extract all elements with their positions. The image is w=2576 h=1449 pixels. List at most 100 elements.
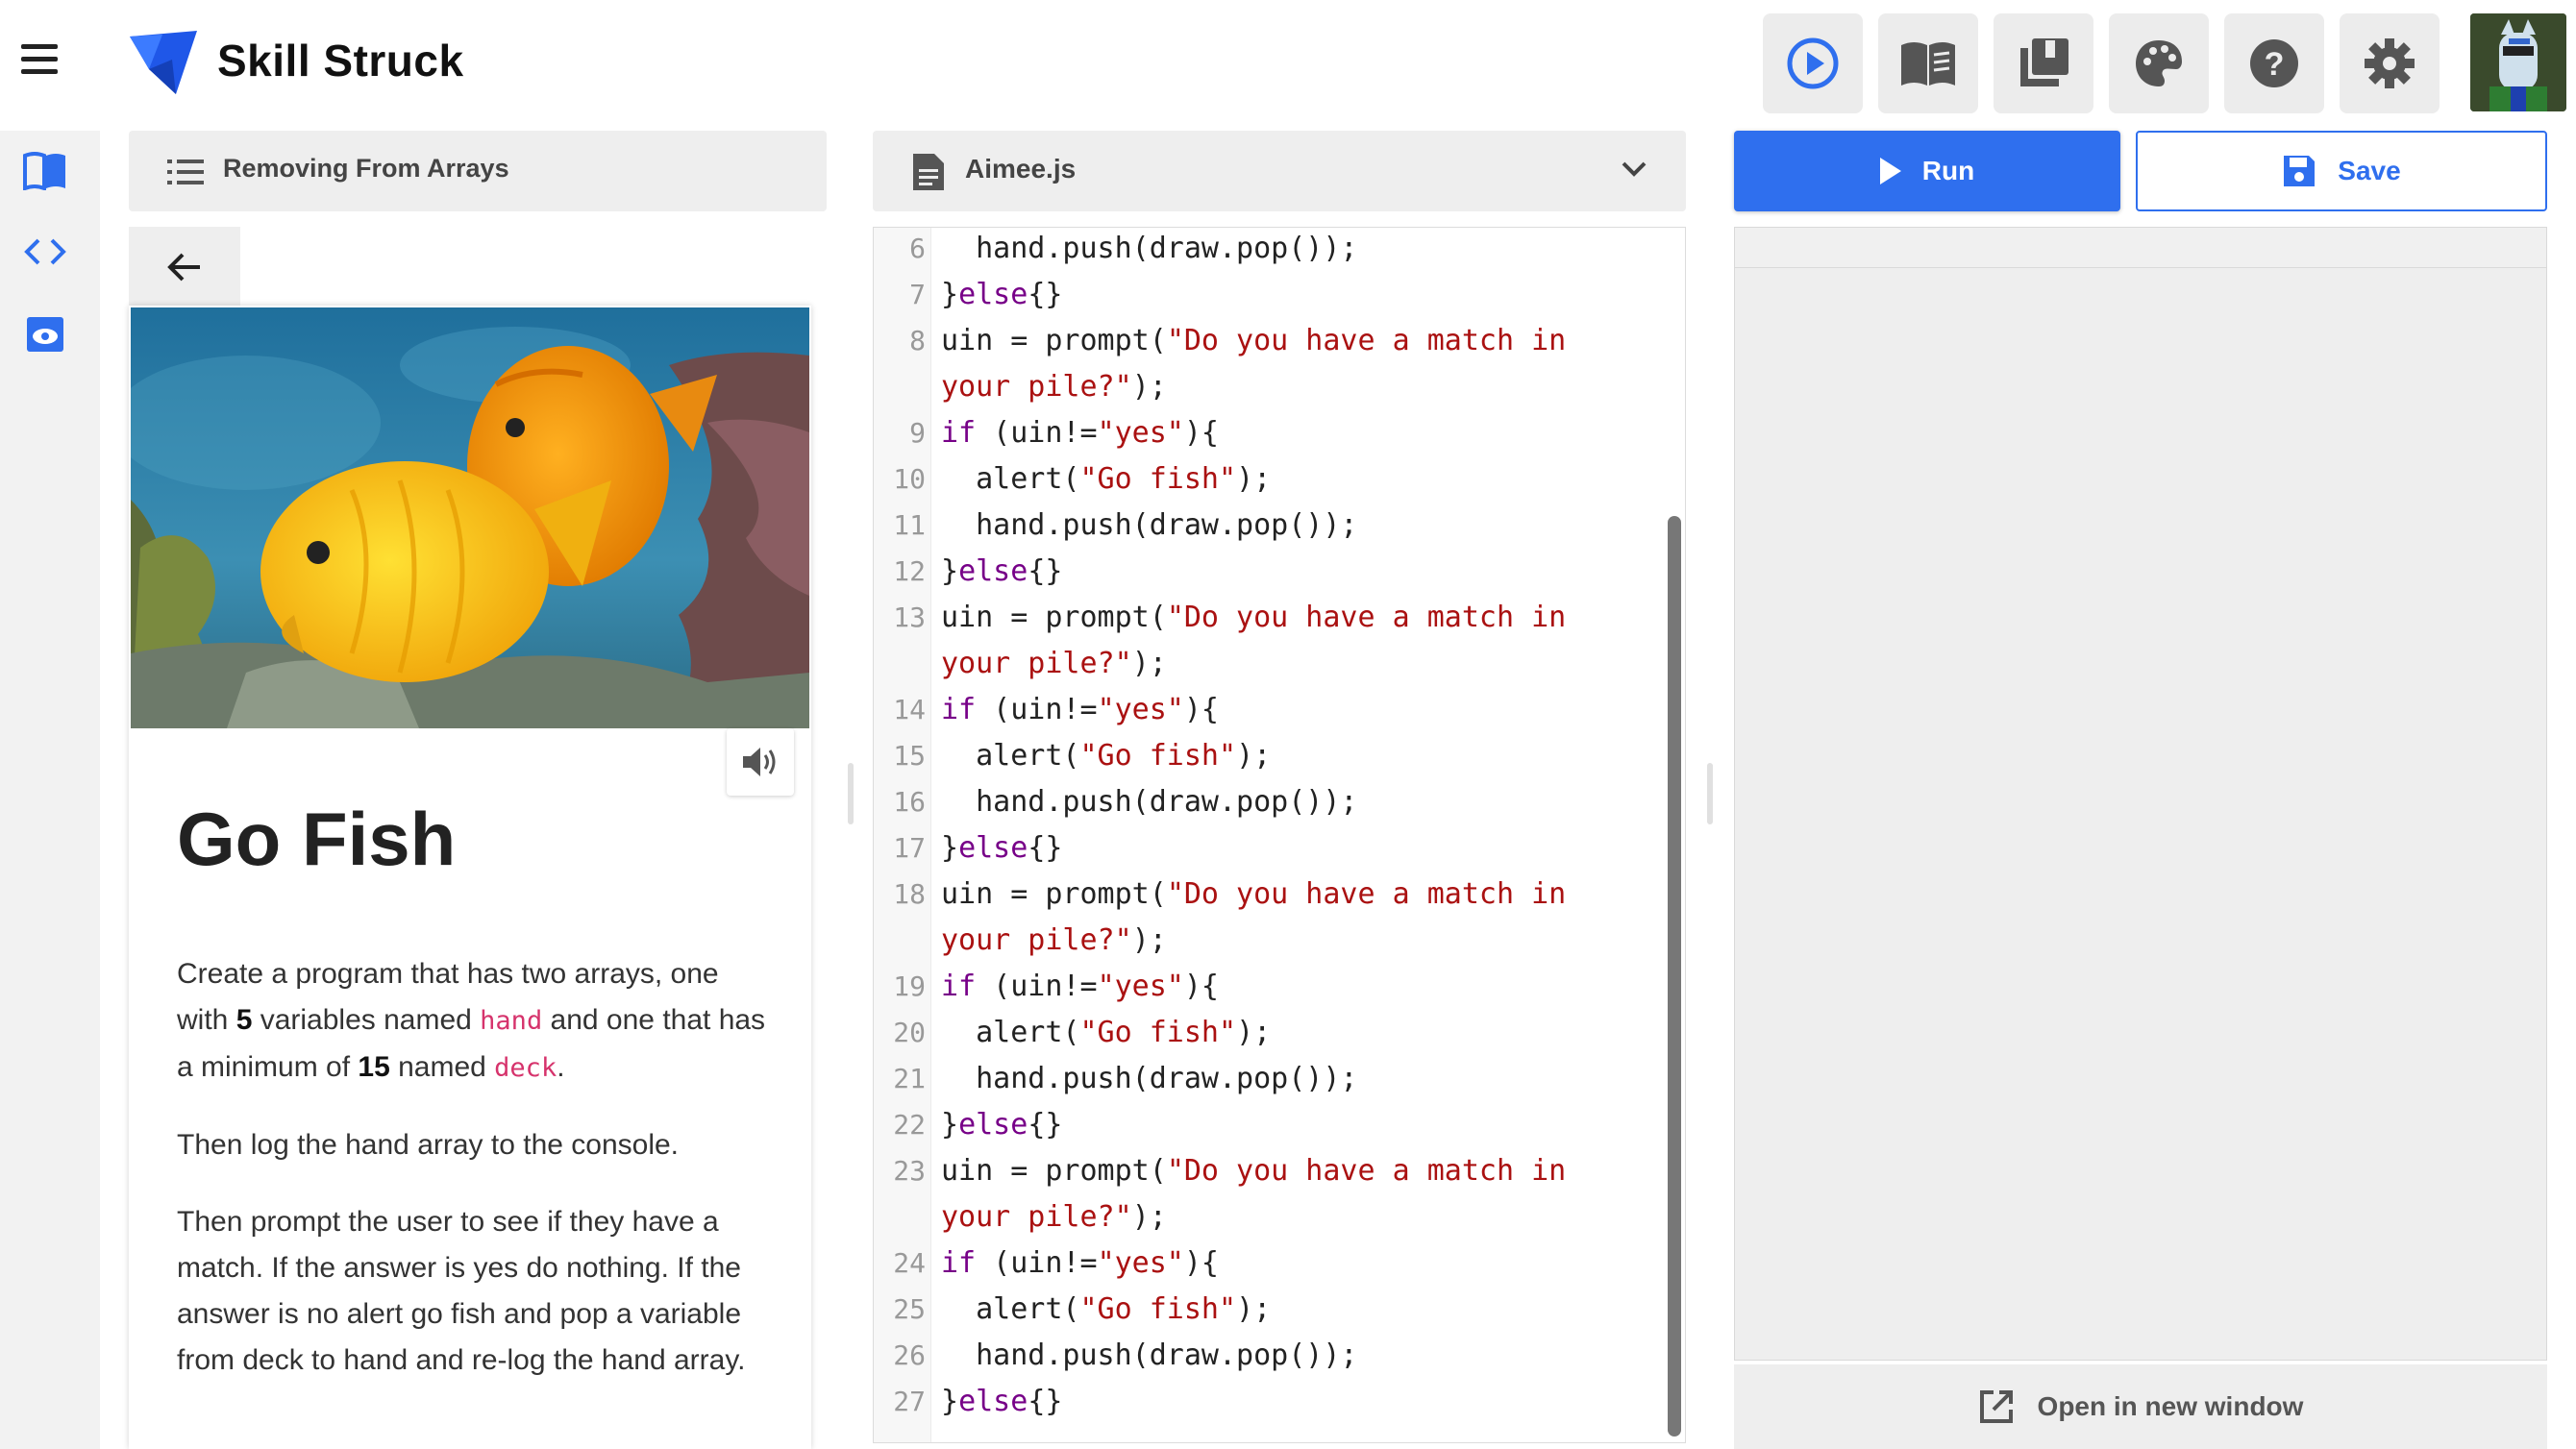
line-number: 24 — [893, 1247, 926, 1279]
code-text: alert("Go fish"); — [941, 1016, 1272, 1049]
code-line[interactable]: your pile?"); — [874, 1194, 1662, 1240]
gear-icon — [2365, 38, 2415, 88]
code-line[interactable]: 12}else{} — [874, 549, 1662, 595]
code-line[interactable]: 23 uin = prompt("Do you have a match in — [874, 1148, 1662, 1194]
code-text: alert("Go fish"); — [941, 739, 1272, 773]
line-number: 26 — [893, 1339, 926, 1371]
code-text: }else{} — [941, 831, 1063, 865]
line-number: 27 — [893, 1386, 926, 1417]
code-text: if (uin!="yes"){ — [941, 416, 1219, 450]
code-line[interactable]: 10 alert("Go fish"); — [874, 456, 1662, 503]
code-line[interactable]: your pile?"); — [874, 364, 1662, 410]
library-button[interactable] — [1994, 13, 2093, 113]
file-name: Aimee.js — [965, 154, 1077, 184]
panel-resize-handle[interactable] — [1707, 763, 1713, 824]
palette-icon — [2136, 40, 2182, 86]
code-line[interactable]: 15 alert("Go fish"); — [874, 733, 1662, 779]
code-line[interactable]: 6 hand.push(draw.pop()); — [874, 228, 1662, 272]
code-line[interactable]: 25 alert("Go fish"); — [874, 1287, 1662, 1333]
play-icon — [1879, 158, 1901, 184]
theme-button[interactable] — [2109, 13, 2209, 113]
code-line[interactable]: 9 if (uin!="yes"){ — [874, 410, 1662, 456]
book-open-icon — [1901, 42, 1955, 86]
code-text: }else{} — [941, 1385, 1063, 1418]
code-text: uin = prompt("Do you have a match in — [941, 324, 1567, 357]
lesson-header[interactable]: Removing From Arrays — [129, 131, 827, 211]
output-toolbar — [1735, 228, 2546, 268]
save-button[interactable]: Save — [2136, 131, 2547, 211]
code-line[interactable]: 8 uin = prompt("Do you have a match in — [874, 318, 1662, 364]
open-new-window-button[interactable]: Open in new window — [1734, 1364, 2547, 1449]
back-button[interactable] — [129, 227, 240, 307]
code-icon[interactable] — [23, 233, 67, 271]
lesson-header-title: Removing From Arrays — [223, 154, 509, 183]
skill-struck-logo — [130, 31, 197, 94]
line-number: 11 — [893, 509, 926, 541]
settings-button[interactable] — [2340, 13, 2440, 113]
code-text: }else{} — [941, 1108, 1063, 1142]
code-line[interactable]: your pile?"); — [874, 641, 1662, 687]
code-editor[interactable]: 6 hand.push(draw.pop()); 7}else{} 8 uin = p… — [873, 227, 1686, 1443]
play-circle-icon — [1787, 37, 1839, 89]
line-number: 6 — [909, 233, 926, 264]
book-open-icon[interactable] — [23, 152, 67, 190]
code-text: your pile?"); — [941, 923, 1167, 957]
lesson-instructions: Create a program that has two arrays, on… — [177, 951, 773, 1414]
code-text: alert("Go fish"); — [941, 462, 1272, 496]
line-number: 19 — [893, 970, 926, 1002]
lesson-book-button[interactable] — [1878, 13, 1978, 113]
code-line[interactable]: 11 hand.push(draw.pop()); — [874, 503, 1662, 549]
code-line[interactable]: 7}else{} — [874, 272, 1662, 318]
code-line[interactable]: 14 if (uin!="yes"){ — [874, 687, 1662, 733]
code-text: hand.push(draw.pop()); — [941, 1338, 1358, 1372]
preview-eye-icon[interactable] — [23, 315, 67, 354]
help-button[interactable]: ? — [2224, 13, 2324, 113]
code-line[interactable]: 16 hand.push(draw.pop()); — [874, 779, 1662, 825]
instruction-paragraph: Then log the hand array to the console. — [177, 1129, 680, 1161]
run-preview-button[interactable] — [1763, 13, 1863, 113]
code-text: your pile?"); — [941, 1200, 1167, 1234]
audio-button[interactable] — [727, 728, 794, 796]
left-rail — [0, 131, 100, 1449]
instruction-paragraph: Create a program that has two arrays, on… — [177, 958, 766, 1083]
panel-resize-handle[interactable] — [848, 763, 854, 824]
lesson-title: Go Fish — [177, 797, 457, 881]
top-bar: Skill Struck ? — [0, 0, 2576, 125]
code-line[interactable]: 13 uin = prompt("Do you have a match in — [874, 595, 1662, 641]
line-number: 17 — [893, 832, 926, 864]
chevron-down-icon[interactable] — [1621, 160, 1647, 179]
code-text: uin = prompt("Do you have a match in — [941, 877, 1567, 911]
line-number: 13 — [893, 602, 926, 633]
code-line[interactable]: 27 }else{} — [874, 1379, 1662, 1425]
code-line[interactable]: 22}else{} — [874, 1102, 1662, 1148]
file-selector[interactable]: Aimee.js — [873, 131, 1686, 211]
code-line[interactable]: your pile?"); — [874, 918, 1662, 964]
inline-code: hand — [480, 1006, 543, 1036]
code-line[interactable]: 20 alert("Go fish"); — [874, 1010, 1662, 1056]
line-number: 14 — [893, 694, 926, 725]
library-icon — [2020, 38, 2068, 86]
code-text: uin = prompt("Do you have a match in — [941, 1154, 1567, 1188]
brand-name: Skill Struck — [217, 36, 464, 86]
user-avatar[interactable] — [2470, 13, 2566, 111]
code-text: your pile?"); — [941, 647, 1167, 680]
code-line[interactable]: 17 }else{} — [874, 825, 1662, 872]
code-text: }else{} — [941, 278, 1063, 311]
inline-code: deck — [494, 1053, 557, 1083]
code-text: if (uin!="yes"){ — [941, 1246, 1219, 1280]
code-text: uin = prompt("Do you have a match in — [941, 601, 1567, 634]
code-text: }else{} — [941, 554, 1063, 588]
fish-image — [131, 307, 809, 728]
code-line[interactable]: 18 uin = prompt("Do you have a match in — [874, 872, 1662, 918]
file-icon — [913, 154, 944, 190]
line-number: 21 — [893, 1063, 926, 1094]
code-line[interactable]: 19 if (uin!="yes"){ — [874, 964, 1662, 1010]
code-text: hand.push(draw.pop()); — [941, 785, 1358, 819]
code-line[interactable]: 26 hand.push(draw.pop()); — [874, 1333, 1662, 1379]
hamburger-menu-icon[interactable] — [21, 44, 67, 83]
run-button[interactable]: Run — [1734, 131, 2120, 211]
line-number: 15 — [893, 740, 926, 772]
code-line[interactable]: 24 if (uin!="yes"){ — [874, 1240, 1662, 1287]
editor-scrollbar[interactable] — [1668, 516, 1681, 1437]
code-line[interactable]: 21 hand.push(draw.pop()); — [874, 1056, 1662, 1102]
